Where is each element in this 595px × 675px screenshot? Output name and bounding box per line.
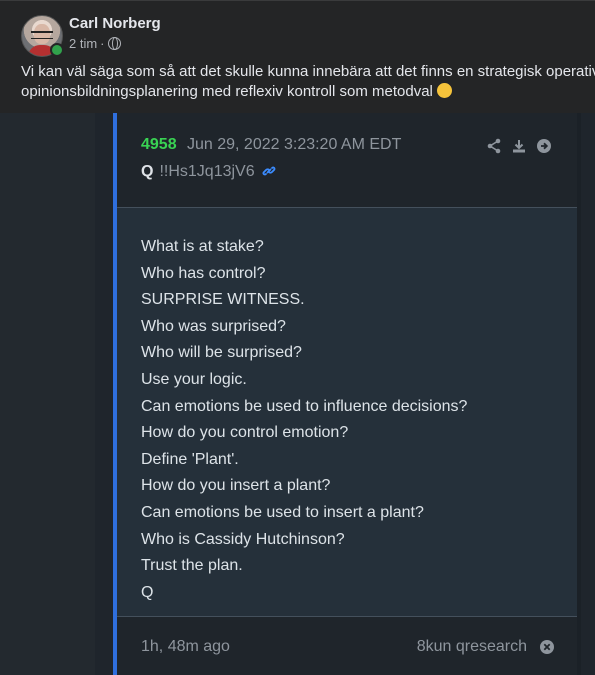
- post-time[interactable]: 2 tim: [69, 36, 97, 51]
- post-meta: 2 tim ·: [69, 36, 121, 51]
- online-status-dot: [50, 43, 64, 57]
- message-text: What is at stake? Who has control? SURPR…: [141, 234, 467, 606]
- left-background-strip: [0, 113, 95, 675]
- post-text-line-2: opinionsbildningsplanering med reflexiv …: [21, 82, 595, 102]
- post-text-line-2-text: opinionsbildningsplanering med reflexiv …: [21, 83, 433, 100]
- time-ago: 1h, 48m ago: [141, 638, 230, 655]
- post-text-line-1: Vi kan väl säga som så att det skulle ku…: [21, 63, 595, 80]
- qdrop-card-header: 4958 Jun 29, 2022 3:23:20 AM EDT Q !!Hs1J…: [117, 113, 577, 208]
- author-name[interactable]: Carl Norberg: [69, 15, 161, 32]
- avatar-glasses: [31, 31, 53, 39]
- qdrop-card: 4958 Jun 29, 2022 3:23:20 AM EDT Q !!Hs1J…: [113, 113, 581, 675]
- message-line: Trust the plan.: [141, 557, 243, 575]
- winking-face-icon: [436, 83, 452, 98]
- qdrop-card-footer: 1h, 48m ago 8kun qresearch: [117, 617, 577, 675]
- message-line: Can emotions be used to influence decisi…: [141, 397, 468, 415]
- facebook-post-header: Carl Norberg 2 tim · Vi kan väl säga som…: [0, 0, 595, 113]
- post-date: Jun 29, 2022 3:23:20 AM EDT: [187, 136, 402, 153]
- arrow-right-circle-icon[interactable]: [536, 138, 552, 154]
- source-board[interactable]: 8kun qresearch: [417, 638, 527, 656]
- message-line: Who has control?: [141, 264, 266, 282]
- message-line: How do you control emotion?: [141, 424, 349, 442]
- qdrop-message-body: What is at stake? Who has control? SURPR…: [117, 208, 577, 617]
- message-line: Define 'Plant'.: [141, 450, 239, 468]
- message-line: Who will be surprised?: [141, 344, 302, 362]
- message-line: Can emotions be used to insert a plant?: [141, 503, 424, 521]
- meta-separator: ·: [100, 36, 105, 51]
- message-line: Q: [141, 583, 154, 601]
- shared-screenshot-image[interactable]: 4958 Jun 29, 2022 3:23:20 AM EDT Q !!Hs1J…: [0, 113, 595, 675]
- message-line: Use your logic.: [141, 370, 247, 388]
- message-line: How do you insert a plant?: [141, 477, 331, 495]
- message-line: SURPRISE WITNESS.: [141, 291, 305, 309]
- message-line: What is at stake?: [141, 238, 264, 255]
- post-number[interactable]: 4958: [141, 136, 177, 154]
- tripcode: !!Hs1Jq13jV6: [159, 163, 255, 180]
- globe-icon[interactable]: [107, 37, 121, 50]
- author-initial: Q: [141, 163, 154, 180]
- download-icon[interactable]: [511, 138, 527, 154]
- message-line: Who was surprised?: [141, 317, 286, 335]
- message-line: Who is Cassidy Hutchinson?: [141, 530, 345, 548]
- close-icon[interactable]: [539, 639, 555, 655]
- post-text: Vi kan väl säga som så att det skulle ku…: [21, 62, 595, 102]
- author-tripcode: Q !!Hs1Jq13jV6: [141, 163, 255, 181]
- share-icon[interactable]: [486, 138, 502, 154]
- link-icon[interactable]: [261, 163, 277, 179]
